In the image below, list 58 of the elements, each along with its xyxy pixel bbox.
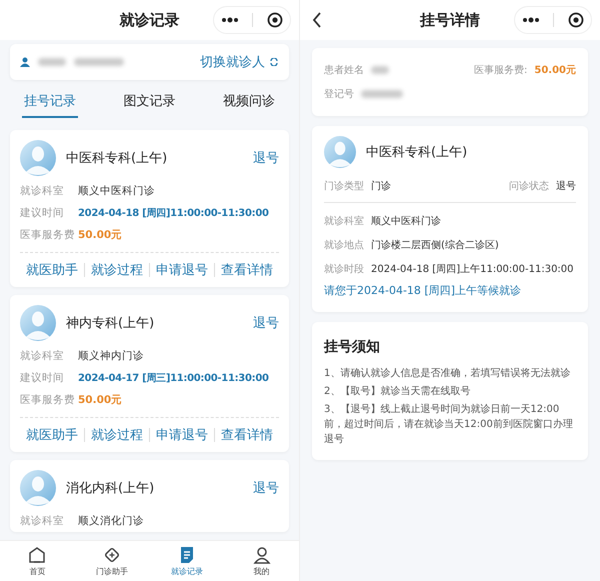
- page-title: 就诊记录: [120, 10, 180, 30]
- field-value: 顺义中医科门诊: [371, 214, 441, 228]
- field-value: 50.00元: [78, 228, 122, 242]
- field-value: 退号: [556, 180, 576, 193]
- action-link[interactable]: 申请退号: [150, 426, 214, 444]
- field-label: 医事服务费: [20, 228, 76, 242]
- fee-value: 50.00元: [534, 64, 576, 77]
- action-link[interactable]: 申请退号: [150, 261, 214, 279]
- notice-text: 请您于2024-04-18 [周四]上午等候就诊: [324, 283, 522, 299]
- action-link[interactable]: 查看详情: [215, 261, 279, 279]
- department-name: 中医科专科(上午): [366, 144, 468, 161]
- field-label: 患者姓名: [324, 64, 364, 77]
- notice-title: 挂号须知: [324, 338, 381, 356]
- field-label: 就诊科室: [20, 349, 65, 363]
- field-value: 2024-04-17 [周三]11:00:00-11:30:00: [78, 372, 269, 385]
- field-label: 问诊状态: [509, 180, 549, 193]
- field-value: 2024-04-18 [周四]上午11:00:00-11:30:00: [371, 262, 574, 276]
- field-value: 顺义消化门诊: [78, 514, 144, 528]
- department-name: 中医科专科(上午): [66, 150, 168, 167]
- notice-item: 3、【退号】线上截止退号时间为就诊日前一天12:00前，超过时间后，请在就诊当天12:00前到医院窗口办理退号: [324, 402, 574, 447]
- field-value: 门诊楼二层西侧(综合二诊区): [371, 238, 499, 252]
- nav-item[interactable]: 我的: [224, 541, 299, 581]
- field-label: 就诊科室: [324, 214, 364, 228]
- record-tab[interactable]: 视频问诊: [221, 88, 277, 118]
- action-link[interactable]: 就诊过程: [85, 261, 149, 279]
- action-link[interactable]: 就医助手: [20, 261, 84, 279]
- field-label: 门诊类型: [324, 180, 364, 193]
- notice-item: 1、请确认就诊人信息是否准确，若填写错误将无法就诊: [324, 366, 572, 381]
- page-title: 挂号详情: [420, 10, 480, 30]
- record-tab[interactable]: 挂号记录: [22, 88, 78, 118]
- department-name: 神内专科(上午): [66, 315, 154, 332]
- field-value: 50.00元: [78, 393, 122, 407]
- status-label: 退号: [253, 315, 279, 332]
- field-label: 就诊科室: [20, 184, 65, 198]
- field-label: 建议时间: [20, 371, 65, 385]
- nav-item[interactable]: 门诊助手: [74, 541, 150, 581]
- nav-item[interactable]: 首页: [0, 541, 75, 581]
- field-label: 医事服务费:: [474, 64, 528, 77]
- field-value: 顺义中医科门诊: [78, 184, 155, 198]
- field-label: 医事服务费: [20, 393, 76, 407]
- field-value: 门诊: [371, 180, 391, 193]
- action-link[interactable]: 就诊过程: [85, 426, 149, 444]
- department-name: 消化内科(上午): [66, 480, 154, 497]
- field-value: 顺义神内门诊: [78, 349, 144, 363]
- field-label: 就诊科室: [20, 514, 65, 528]
- status-label: 退号: [253, 480, 279, 497]
- field-label: 建议时间: [20, 206, 65, 220]
- notice-item: 2、【取号】就诊当天需在线取号: [324, 384, 472, 399]
- field-value: 2024-04-18 [周四]11:00:00-11:30:00: [78, 207, 269, 220]
- field-label: 登记号: [324, 88, 354, 101]
- action-link[interactable]: 就医助手: [20, 426, 84, 444]
- field-label: 就诊时段: [324, 262, 364, 276]
- status-label: 退号: [253, 150, 279, 167]
- nav-item[interactable]: 就诊记录: [150, 541, 224, 581]
- action-link[interactable]: 查看详情: [215, 426, 279, 444]
- field-label: 就诊地点: [324, 238, 364, 252]
- record-tab[interactable]: 图文记录: [122, 88, 178, 118]
- switch-patient-button[interactable]: 切换就诊人: [200, 53, 279, 71]
